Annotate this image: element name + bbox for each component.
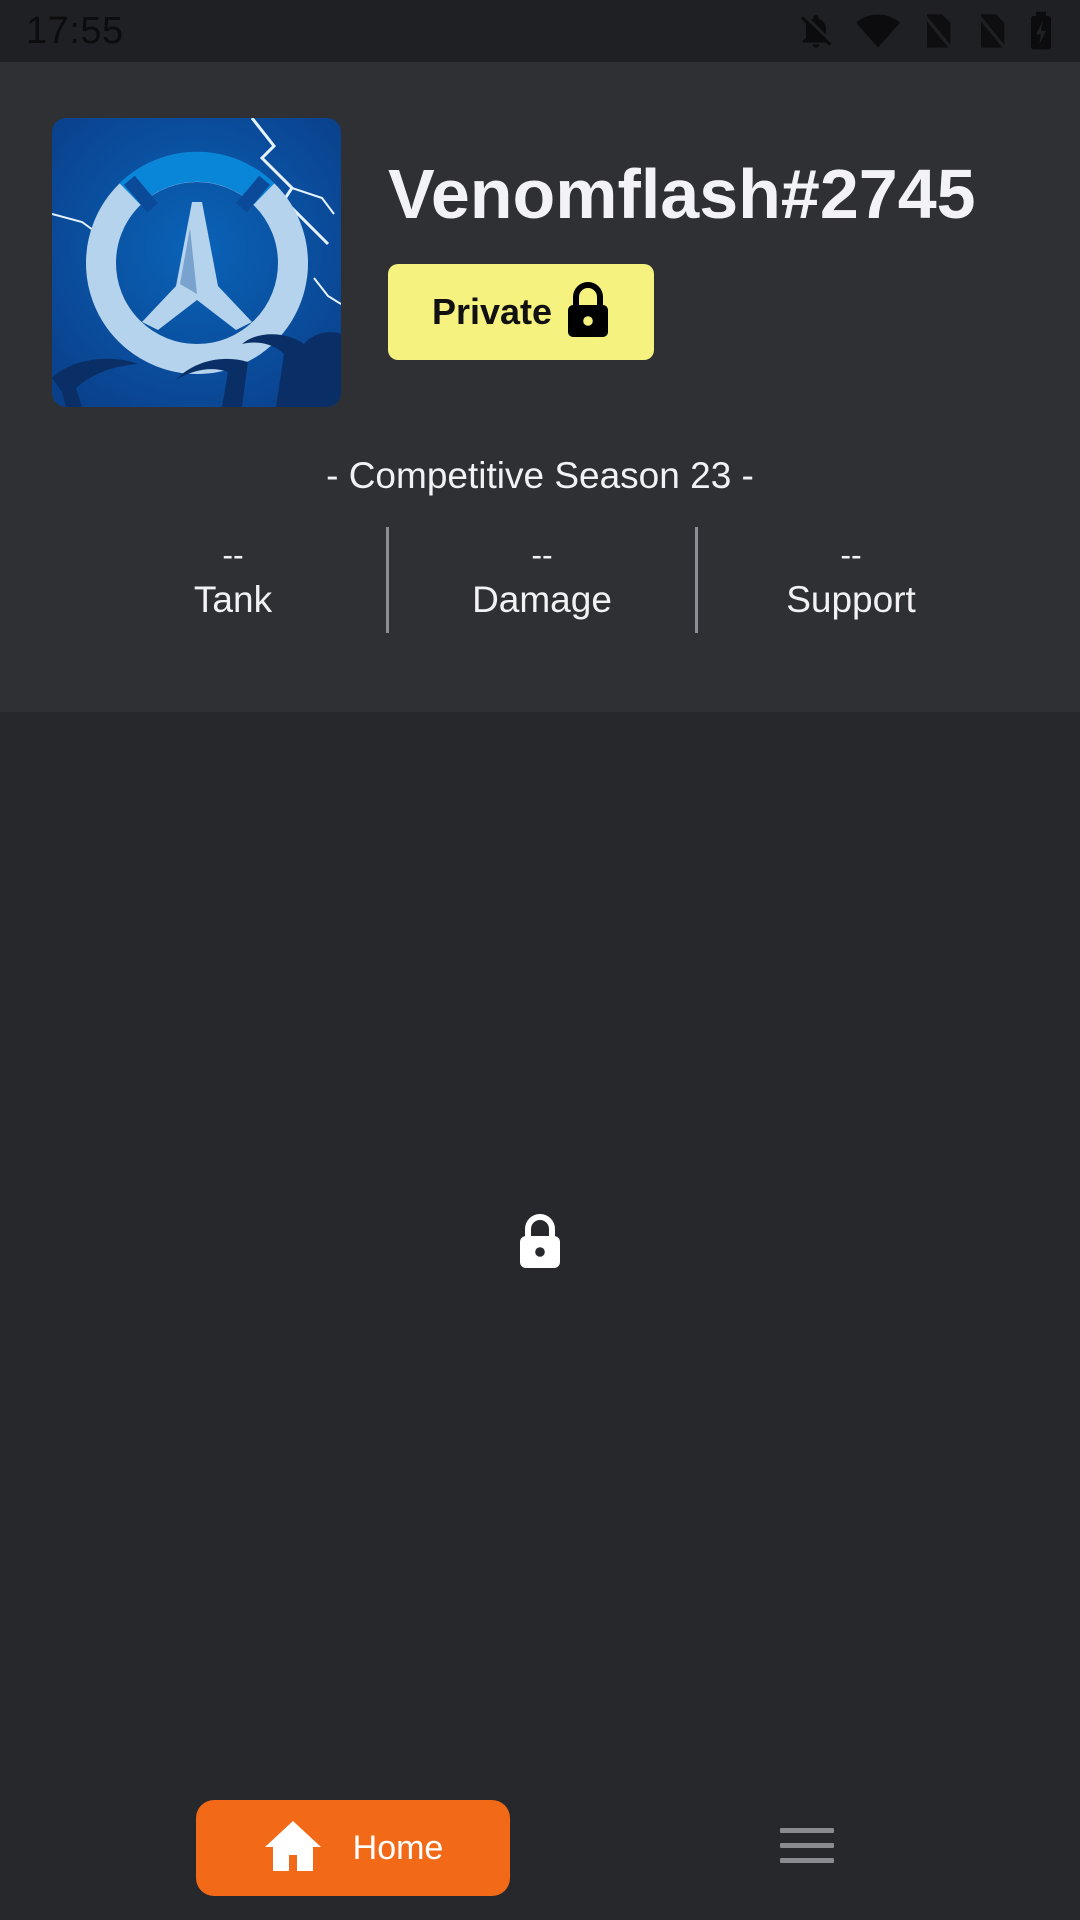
role-ranks: -- Tank -- Damage -- Support: [80, 527, 1004, 635]
bottom-navigation: Home: [0, 1780, 1080, 1920]
battery-charging-icon: [1028, 11, 1054, 51]
privacy-badge[interactable]: Private: [388, 264, 654, 360]
menu-button[interactable]: [774, 1818, 840, 1878]
no-sim-icon: [920, 11, 954, 51]
profile-header: Venomflash#2745 Private - Competitive Se…: [0, 62, 1080, 712]
no-sim-icon: [974, 11, 1008, 51]
hamburger-menu-icon: [780, 1826, 834, 1871]
overwatch-logo-storm-icon: [52, 118, 341, 407]
season-title: - Competitive Season 23 -: [326, 455, 754, 496]
role-rank: --: [222, 537, 244, 573]
status-icons: [796, 11, 1054, 51]
lock-icon: [566, 281, 610, 344]
app-screen: 17:55 Venomflash#2745 Private - Competit…: [0, 0, 1080, 1920]
username: Venomflash#2745: [388, 155, 976, 233]
notifications-off-icon: [796, 11, 836, 51]
role-tank: -- Tank: [80, 527, 386, 635]
role-name: Tank: [193, 579, 273, 620]
status-time: 17:55: [26, 9, 124, 52]
role-rank: --: [840, 537, 862, 573]
status-bar: 17:55: [0, 0, 1080, 62]
role-damage: -- Damage: [389, 527, 695, 635]
role-name: Damage: [472, 579, 612, 620]
home-button[interactable]: Home: [196, 1800, 510, 1896]
home-icon: [263, 1819, 323, 1878]
role-name: Support: [786, 579, 916, 620]
role-rank: --: [531, 537, 553, 573]
role-support: -- Support: [698, 527, 1004, 635]
home-label: Home: [352, 1828, 444, 1867]
lock-icon: [516, 1212, 564, 1275]
privacy-label: Private: [431, 291, 553, 332]
wifi-icon: [856, 11, 900, 51]
avatar[interactable]: [52, 118, 341, 407]
